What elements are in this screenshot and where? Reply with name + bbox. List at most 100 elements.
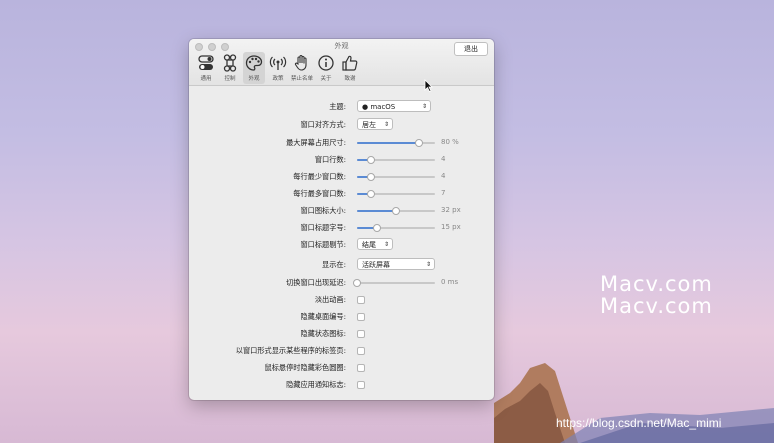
title-font-slider[interactable] [357,224,435,232]
mouse-pointer-icon [424,79,433,92]
settings-window: 外观 退出 通用 控制 外观 政策 禁止名单 关于 致谢 主题: ● macOS… [189,39,494,400]
fade-row: 淡出动画: [189,293,494,309]
hide-status-icon-checkbox[interactable] [357,330,365,338]
hand-icon [294,54,307,71]
align-row: 窗口对齐方式: 居左 ⇕ [189,118,494,134]
slider-knob[interactable] [353,279,361,287]
max-per-row-value: 7 [441,189,446,197]
max-size-value: 80 % [441,138,459,146]
theme-label: 主题: [329,102,346,111]
max-size-slider[interactable] [357,139,435,147]
icon-size-slider[interactable] [357,207,435,215]
max-per-row-label: 每行最多窗口数: [293,189,346,198]
tab-label: 关于 [320,76,332,82]
fade-label: 淡出动画: [314,295,346,304]
title-bar: 外观 退出 通用 控制 外观 政策 禁止名单 关于 致谢 [189,39,494,86]
fade-checkbox[interactable] [357,296,365,304]
title-trunc-value: 结尾 [362,241,376,249]
icon-size-value: 32 px [441,206,461,214]
slider-knob[interactable] [392,207,400,215]
tab-label: 致谢 [344,76,356,82]
updown-chevron-icon: ⇕ [383,241,389,248]
hide-desktop-num-checkbox[interactable] [357,313,365,321]
max-size-label: 最大屏幕占用尺寸: [286,138,346,147]
command-icon [223,54,237,72]
min-per-row-value: 4 [441,172,446,180]
tab-policy[interactable]: 政策 [267,52,289,84]
min-per-row-label: 每行最少窗口数: [293,172,346,181]
thumbs-up-icon [342,55,358,71]
show-on-label: 显示在: [322,260,346,269]
tab-general[interactable]: 通用 [195,52,217,84]
delay-label: 切换窗口出现延迟: [286,278,346,287]
title-font-value: 15 px [441,223,461,231]
hide-status-icon-label: 隐藏状态图标: [300,329,346,338]
hide-app-badges-checkbox[interactable] [357,381,365,389]
tab-label: 禁止名单 [291,76,314,82]
toggle-icon [198,55,214,70]
delay-value: 0 ms [441,278,459,286]
title-font-row: 窗口标题字号: 15 px [189,221,494,237]
updown-chevron-icon: ⇕ [421,103,427,110]
align-value: 居左 [362,121,376,129]
tab-label: 外观 [248,76,260,82]
tab-about[interactable]: 关于 [315,52,337,84]
theme-row: 主题: ● macOS ⇕ [189,100,494,116]
info-icon [318,55,334,71]
tab-acknowledgements[interactable]: 致谢 [339,52,361,84]
updown-chevron-icon: ⇕ [383,121,389,128]
theme-value: macOS [370,103,396,111]
tabs-as-windows-checkbox[interactable] [357,347,365,355]
show-on-value: 活跃屏幕 [362,261,390,269]
watermark: Macv.com [600,294,713,318]
hide-app-badges-label: 隐藏应用通知标志: [286,380,346,389]
show-on-row: 显示在: 活跃屏幕 ⇕ [189,258,494,274]
hide-color-circle-label: 鼠标悬停时隐藏彩色圆圈: [264,363,347,372]
title-font-label: 窗口标题字号: [300,223,346,232]
tab-label: 政策 [272,76,284,82]
theme-popup[interactable]: ● macOS ⇕ [357,100,431,112]
slider-knob[interactable] [367,156,376,164]
palette-icon [245,55,263,71]
rows-row: 窗口行数: 4 [189,153,494,169]
max-per-row-slider[interactable] [357,190,435,198]
slider-knob[interactable] [372,224,381,232]
icon-size-row: 窗口图标大小: 32 px [189,204,494,220]
min-per-row-row: 每行最少窗口数: 4 [189,170,494,186]
apple-icon: ● [362,103,369,111]
min-per-row-slider[interactable] [357,173,435,181]
tabs-as-windows-label: 以窗口形式显示某些程序的标签页: [235,346,346,355]
tab-blacklist[interactable]: 禁止名单 [291,52,313,84]
show-on-popup[interactable]: 活跃屏幕 ⇕ [357,258,435,270]
preferences-toolbar: 通用 控制 外观 政策 禁止名单 关于 致谢 [195,52,361,84]
quit-button[interactable]: 退出 [454,42,488,56]
title-trunc-popup[interactable]: 结尾 ⇕ [357,238,393,250]
icon-size-label: 窗口图标大小: [300,206,346,215]
hide-desktop-num-row: 隐藏桌面编号: [189,310,494,326]
slider-knob[interactable] [367,173,376,181]
title-trunc-label: 窗口标题剔节: [300,240,346,249]
tabs-as-windows-row: 以窗口形式显示某些程序的标签页: [189,344,494,360]
slider-knob[interactable] [367,190,376,198]
rows-slider[interactable] [357,156,435,164]
rows-label: 窗口行数: [314,155,346,164]
max-size-row: 最大屏幕占用尺寸: 80 % [189,136,494,152]
broadcast-icon [269,56,287,70]
hide-status-icon-row: 隐藏状态图标: [189,327,494,343]
delay-slider[interactable] [353,279,435,287]
hide-color-circle-row: 鼠标悬停时隐藏彩色圆圈: [189,361,494,377]
align-popup[interactable]: 居左 ⇕ [357,118,393,130]
watermark: Macv.com [600,272,713,296]
delay-row: 切换窗口出现延迟: 0 ms [189,276,494,292]
hide-app-badges-row: 隐藏应用通知标志: [189,378,494,394]
hide-desktop-num-label: 隐藏桌面编号: [300,312,346,321]
hide-color-circle-checkbox[interactable] [357,364,365,372]
tab-label: 通用 [200,76,212,82]
align-label: 窗口对齐方式: [300,120,346,129]
source-credit: https://blog.csdn.net/Mac_mimi [556,416,722,430]
appearance-settings: 主题: ● macOS ⇕ 窗口对齐方式: 居左 ⇕ 最大屏幕占用尺寸: 80 … [189,86,494,400]
tab-controls[interactable]: 控制 [219,52,241,84]
tab-appearance[interactable]: 外观 [243,52,265,84]
slider-knob[interactable] [415,139,424,147]
window-title: 外观 [334,42,349,50]
